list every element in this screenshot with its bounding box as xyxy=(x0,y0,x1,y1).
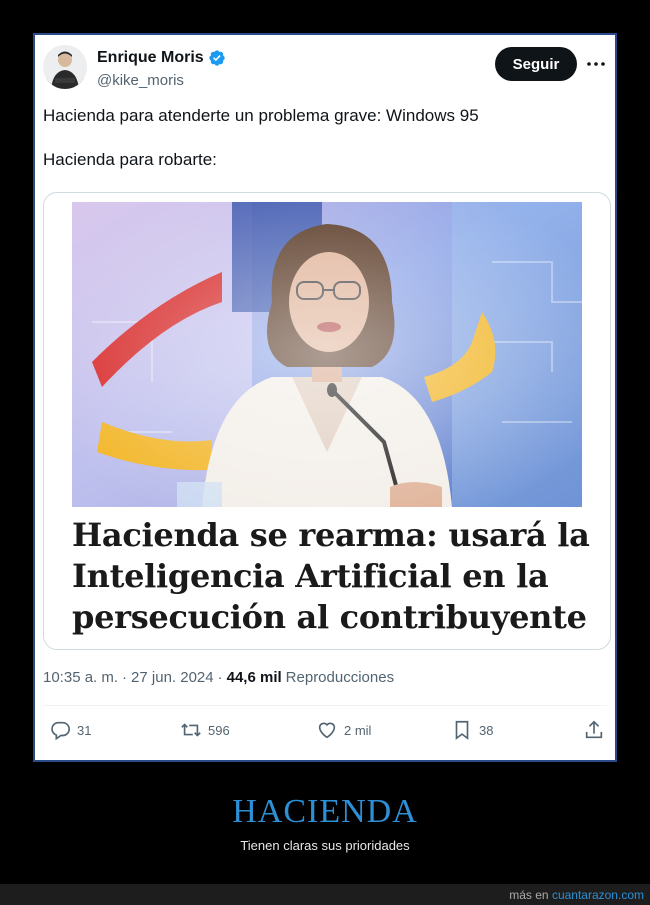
tweet-text-line-2: Hacienda para robarte: xyxy=(43,150,217,169)
media-card[interactable]: Hacienda se rearma: usará la Inteligenci… xyxy=(43,192,611,650)
headline-line-1: Hacienda se rearma: usará la xyxy=(72,516,590,554)
like-icon xyxy=(318,722,336,739)
tweet-actions: 31 596 2 mil 38 xyxy=(47,719,603,747)
footer-site-link[interactable]: cuantarazon.com xyxy=(552,888,644,902)
retweet-icon xyxy=(181,723,201,737)
avatar[interactable] xyxy=(43,45,87,89)
tweet-text-line-1: Hacienda para atenderte un problema grav… xyxy=(43,106,479,125)
verified-badge-icon xyxy=(209,50,225,66)
news-headline: Hacienda se rearma: usará la Inteligenci… xyxy=(72,515,592,638)
tweet-text: Hacienda para atenderte un problema grav… xyxy=(43,105,601,193)
news-photo[interactable] xyxy=(72,202,582,507)
views-count: 44,6 mil xyxy=(226,669,282,686)
bookmark-icon xyxy=(455,720,469,740)
tweet-time[interactable]: 10:35 a. m. xyxy=(43,669,118,686)
reply-button[interactable]: 31 xyxy=(49,719,91,741)
tweet-date[interactable]: 27 jun. 2024 xyxy=(131,669,214,686)
share-button[interactable] xyxy=(583,719,605,741)
bookmark-count: 38 xyxy=(479,722,494,738)
meta-separator: · xyxy=(122,669,128,686)
tweet-body: Enrique Moris @kike_moris Seguir Haciend… xyxy=(37,37,613,758)
headline-line-3: persecución al contribuyente xyxy=(72,598,587,636)
footer-prefix: más en xyxy=(509,888,549,902)
reply-count: 31 xyxy=(77,722,92,738)
author-display-name[interactable]: Enrique Moris xyxy=(97,49,204,67)
tweet-header: Enrique Moris @kike_moris Seguir xyxy=(43,45,607,93)
caption-subtitle: Tienen claras sus prioridades xyxy=(240,838,410,853)
like-button[interactable]: 2 mil xyxy=(316,719,371,741)
tweet-card: Enrique Moris @kike_moris Seguir Haciend… xyxy=(33,33,617,762)
follow-button[interactable]: Seguir xyxy=(495,47,577,81)
author-handle[interactable]: @kike_moris xyxy=(97,72,184,89)
more-icon[interactable] xyxy=(585,55,607,73)
views-label: Reproducciones xyxy=(285,669,395,686)
author-name-row: Enrique Moris xyxy=(97,49,226,67)
reply-icon xyxy=(51,721,70,741)
retweet-button[interactable]: 596 xyxy=(180,719,230,741)
caption-title: HACIENDA xyxy=(232,793,418,830)
share-icon xyxy=(585,720,603,739)
bookmark-button[interactable]: 38 xyxy=(451,719,493,741)
headline-line-2: Inteligencia Artificial en la xyxy=(72,557,549,595)
footer-text: más en cuantarazon.com xyxy=(509,888,644,902)
retweet-count: 596 xyxy=(208,722,230,738)
divider xyxy=(43,705,607,706)
like-count: 2 mil xyxy=(344,722,372,738)
meta-separator: · xyxy=(217,669,223,686)
tweet-meta: 10:35 a. m. · 27 jun. 2024 · 44,6 mil Re… xyxy=(43,669,394,686)
footer-bar: más en cuantarazon.com xyxy=(0,884,650,905)
